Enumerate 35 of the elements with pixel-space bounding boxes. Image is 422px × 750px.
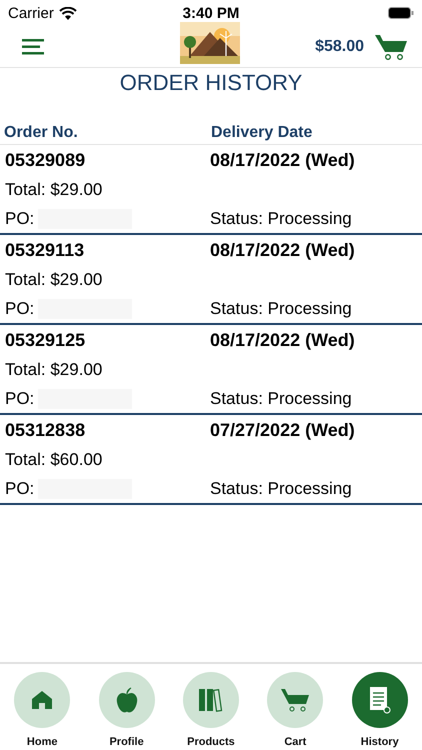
wifi-icon	[58, 6, 77, 20]
home-icon	[31, 690, 54, 710]
order-status: Status: Processing	[210, 209, 353, 229]
po-label: PO:	[5, 299, 34, 319]
po-label: PO:	[5, 209, 34, 229]
menu-icon[interactable]	[22, 38, 44, 54]
column-header: Delivery Date	[211, 124, 314, 143]
carrier-label: Carrier	[8, 4, 54, 22]
order-total: Total: $60.00	[5, 450, 104, 470]
order-number: 05329113	[5, 240, 86, 260]
order-number: 05329125	[5, 330, 86, 350]
order-number: 05329089	[5, 150, 86, 170]
books-icon	[198, 688, 224, 712]
cart-icon	[280, 687, 310, 713]
clock-time: 3:40 PM	[182, 4, 240, 22]
order-status: Status: Processing	[210, 479, 353, 499]
page-title: ORDER HISTORY	[120, 70, 302, 95]
battery-icon	[388, 7, 414, 19]
order-status: Status: Processing	[210, 299, 353, 319]
cart-icon[interactable]	[374, 32, 408, 60]
document-icon	[368, 686, 392, 714]
delivery-date: 08/17/2022 (Wed)	[210, 330, 356, 350]
po-label: PO:	[5, 389, 34, 409]
order-total: Total: $29.00	[5, 360, 104, 380]
column-header: Order No.	[4, 124, 79, 143]
order-total: Total: $29.00	[5, 270, 104, 290]
po-label: PO:	[5, 479, 34, 499]
apple-icon	[116, 687, 138, 713]
delivery-date: 07/27/2022 (Wed)	[210, 420, 356, 440]
delivery-date: 08/17/2022 (Wed)	[210, 240, 356, 260]
cart-total: $58.00	[315, 38, 364, 56]
order-number: 05312838	[5, 420, 86, 440]
delivery-date: 08/17/2022 (Wed)	[210, 150, 356, 170]
order-status: Status: Processing	[210, 389, 353, 409]
order-total: Total: $29.00	[5, 180, 104, 200]
